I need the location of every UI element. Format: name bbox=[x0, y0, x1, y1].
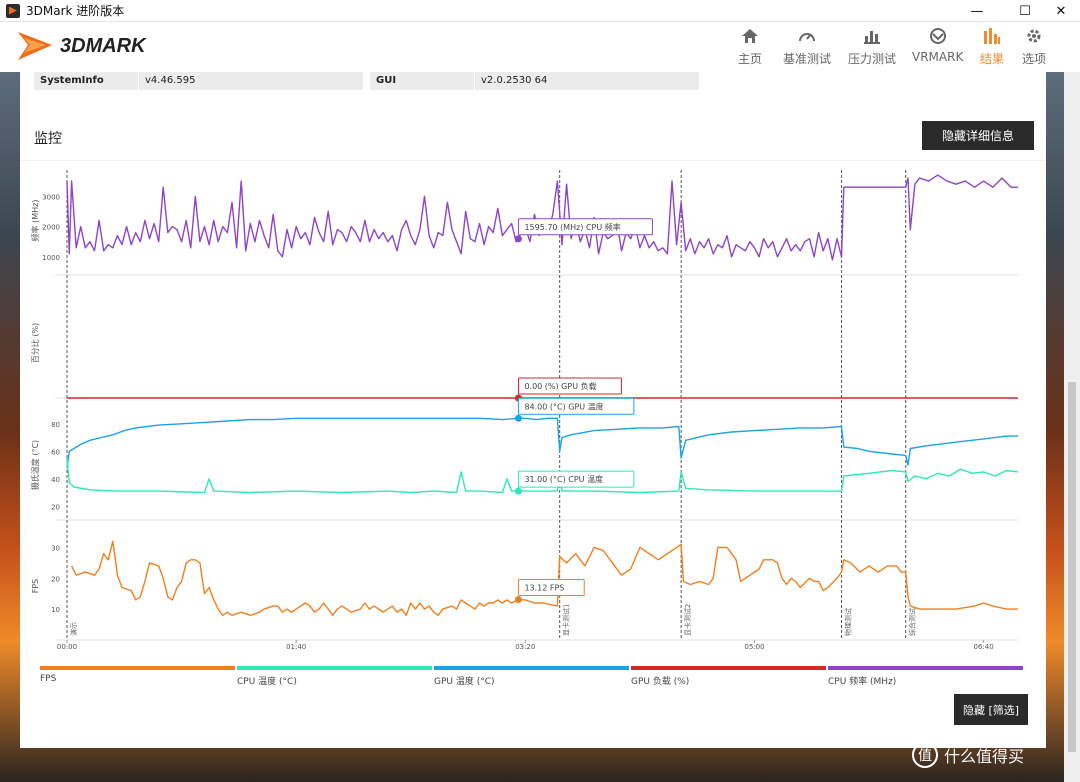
x-tick-label: 06:40 bbox=[974, 643, 994, 651]
scrollbar-thumb[interactable] bbox=[1068, 382, 1076, 752]
legend-label: FPS bbox=[40, 674, 57, 684]
marker-label: 显卡测试2 bbox=[683, 604, 692, 636]
nav-options[interactable]: 选项 bbox=[1022, 26, 1046, 67]
nav-vrmark[interactable]: VRMARK bbox=[912, 26, 963, 64]
series-line bbox=[66, 417, 1018, 468]
info-value-systeminfo: v4.46.595 bbox=[139, 72, 363, 90]
y-tick-label: 80 bbox=[51, 421, 60, 429]
info-label-systeminfo: SystemInfo bbox=[34, 72, 138, 90]
results-icon bbox=[984, 26, 1000, 46]
nav-label: VRMARK bbox=[912, 50, 964, 64]
nav-label: 选项 bbox=[1022, 52, 1047, 66]
y-tick-label: 30 bbox=[51, 544, 60, 552]
monitor-chart: 演示 显卡测试1 显卡测试2 物理测试 综合测试 频率 (MHz) 1000 2000 3000… bbox=[20, 159, 1046, 660]
page-scrollbar[interactable] bbox=[1064, 72, 1080, 782]
info-value-gui: v2.0.2530 64 bbox=[475, 72, 699, 90]
y-tick-label: 2000 bbox=[42, 224, 60, 232]
cursor-tooltip-text: 13.12 FPS bbox=[524, 584, 564, 593]
legend-item[interactable]: GPU 温度 (°C) bbox=[434, 666, 629, 688]
legend-label: GPU 负载 (%) bbox=[631, 677, 690, 687]
legend-swatch bbox=[828, 666, 1023, 670]
logo-text: 3DMARK bbox=[60, 34, 146, 57]
watermark-badge: 值 bbox=[912, 742, 938, 768]
gauge-icon bbox=[798, 26, 816, 46]
monitor-chart-svg: 演示 显卡测试1 显卡测试2 物理测试 综合测试频率 (MHz)100020003000… bbox=[20, 159, 1046, 651]
y-tick-label: 40 bbox=[51, 476, 60, 484]
marker-label: 综合测试 bbox=[908, 608, 917, 636]
bars-icon bbox=[864, 26, 880, 46]
legend-item[interactable]: FPS bbox=[40, 666, 235, 688]
cursor-dot bbox=[514, 414, 522, 422]
y-tick-label: 10 bbox=[51, 606, 60, 614]
x-tick-label: 00:00 bbox=[57, 643, 77, 651]
app-header: 3DMARK 主页 基准测试 压力测试 VRMARK 结果 选项 bbox=[0, 22, 1080, 72]
vr-icon bbox=[929, 26, 947, 46]
hide-details-button[interactable]: 隐藏详细信息 bbox=[922, 121, 1034, 150]
legend-swatch bbox=[434, 666, 629, 670]
y-tick-label: 20 bbox=[51, 575, 60, 583]
legend-label: CPU 温度 (°C) bbox=[237, 677, 297, 687]
y-axis-label: 摄氏温度 (°C) bbox=[30, 440, 40, 490]
nav-home[interactable]: 主页 bbox=[738, 26, 762, 67]
y-tick-label: 1000 bbox=[42, 254, 60, 262]
info-label-gui: GUI bbox=[370, 72, 474, 90]
nav-results[interactable]: 结果 bbox=[980, 26, 1004, 67]
window-titlebar: 3DMark 进阶版本 — ☐ ✕ bbox=[0, 0, 1080, 22]
legend-label: CPU 频率 (MHz) bbox=[828, 677, 897, 687]
gear-icon bbox=[1026, 26, 1042, 46]
legend-swatch bbox=[631, 666, 826, 670]
legend-item[interactable]: GPU 负载 (%) bbox=[631, 666, 826, 688]
legend-item[interactable]: CPU 频率 (MHz) bbox=[828, 666, 1023, 688]
y-axis-label: 百分比 (%) bbox=[30, 323, 40, 363]
marker-label: 演示 bbox=[69, 622, 78, 636]
legend-item[interactable]: CPU 温度 (°C) bbox=[237, 666, 432, 688]
legend-swatch bbox=[40, 666, 235, 670]
nav-label: 主页 bbox=[738, 52, 763, 66]
marker-label: 物理测试 bbox=[844, 608, 853, 636]
cursor-tooltip-text: 1595.70 (MHz) CPU 频率 bbox=[524, 222, 620, 232]
cursor-dot bbox=[514, 596, 522, 604]
monitor-title: 监控 bbox=[34, 131, 62, 147]
y-tick-label: 3000 bbox=[42, 193, 60, 201]
x-tick-label: 03:20 bbox=[515, 643, 535, 651]
window-title: 3DMark 进阶版本 bbox=[26, 4, 125, 18]
series-line bbox=[70, 540, 1018, 616]
y-tick-label: 60 bbox=[51, 448, 60, 456]
marker-label: 显卡测试1 bbox=[562, 604, 571, 636]
cursor-tooltip-text: 31.00 (°C) CPU 温度 bbox=[524, 474, 603, 484]
legend-swatch bbox=[237, 666, 432, 670]
nav-benchmarks[interactable]: 基准测试 bbox=[783, 26, 831, 67]
results-panel: SystemInfo v4.46.595 GUI v2.0.2530 64 监控… bbox=[20, 72, 1046, 748]
minimize-button[interactable]: — bbox=[960, 0, 994, 22]
cursor-dot bbox=[514, 487, 522, 495]
x-tick-label: 05:00 bbox=[744, 643, 764, 651]
legend-label: GPU 温度 (°C) bbox=[434, 677, 495, 687]
hide-filter-button[interactable]: 隐藏 [筛选] bbox=[954, 694, 1028, 725]
watermark-text: 什么值得买 bbox=[944, 747, 1025, 766]
nav-label: 结果 bbox=[980, 52, 1005, 66]
y-axis-label: 频率 (MHz) bbox=[30, 200, 40, 242]
logo-icon bbox=[18, 32, 52, 60]
y-tick-label: 20 bbox=[51, 503, 60, 511]
cursor-tooltip-text: 0.00 (%) GPU 负载 bbox=[524, 381, 596, 391]
nav-stress-tests[interactable]: 压力测试 bbox=[848, 26, 896, 67]
app-icon bbox=[6, 3, 20, 18]
nav-label: 压力测试 bbox=[848, 52, 897, 66]
cursor-dot bbox=[514, 235, 522, 243]
maximize-button[interactable]: ☐ bbox=[1008, 0, 1042, 22]
x-tick-label: 01:40 bbox=[286, 643, 306, 651]
series-line bbox=[66, 174, 1018, 261]
y-axis-label: FPS bbox=[31, 579, 40, 594]
close-button[interactable]: ✕ bbox=[1044, 0, 1078, 22]
cursor-tooltip-text: 84.00 (°C) GPU 温度 bbox=[524, 401, 603, 411]
nav-label: 基准测试 bbox=[783, 52, 832, 66]
watermark: 值 什么值得买 bbox=[912, 742, 1024, 768]
home-icon bbox=[741, 26, 759, 46]
logo: 3DMARK bbox=[16, 28, 146, 64]
